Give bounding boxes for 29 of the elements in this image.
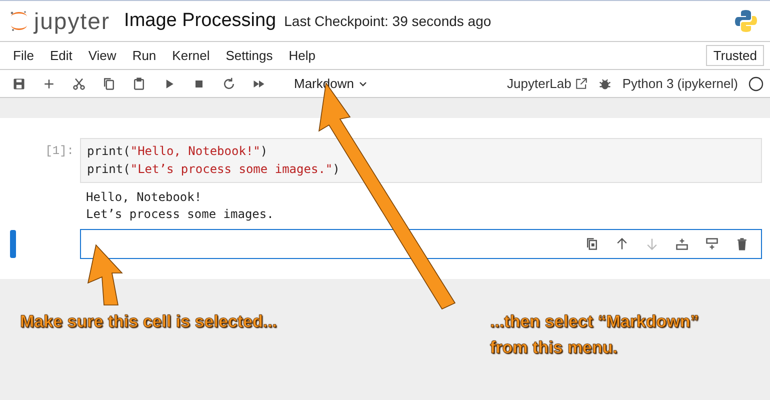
notebook-title[interactable]: Image Processing <box>124 10 276 32</box>
menu-item[interactable]: File <box>6 48 43 63</box>
logo-icon <box>10 10 28 32</box>
callout-arrow <box>87 244 123 306</box>
menu-item[interactable]: Help <box>282 48 324 63</box>
logo-text: jupyter <box>34 8 110 34</box>
callout-text: ...then select “Markdown” from this menu. <box>490 311 700 359</box>
empty-cell[interactable] <box>80 229 762 259</box>
kernel-name[interactable]: Python 3 (ipykernel) <box>622 76 738 91</box>
checkpoint-text: Last Checkpoint: 39 seconds ago <box>284 13 492 29</box>
menu-item[interactable]: Edit <box>42 48 82 63</box>
bug-icon[interactable] <box>598 76 612 90</box>
callout-text: Make sure this cell is selected... <box>20 311 278 333</box>
cell-type-dropdown[interactable]: Markdown <box>288 75 374 92</box>
menu-item[interactable]: Run <box>125 48 166 63</box>
output-line: Hello, Notebook! <box>86 189 203 206</box>
output-line: Let’s process some images. <box>86 206 275 223</box>
external-link-icon <box>575 77 588 90</box>
menu-item[interactable]: Settings <box>218 48 282 63</box>
menu-item[interactable]: View <box>81 48 126 63</box>
menu-item[interactable]: Kernel <box>165 48 219 63</box>
trusted-button[interactable]: Trusted <box>706 45 764 66</box>
code-cell[interactable]: print("Hello, Notebook!") print("Let’s process some images.") <box>80 138 762 183</box>
kernel-status-icon <box>748 76 764 92</box>
code-line: print("Hello, Notebook!") <box>87 143 269 160</box>
python-logo-icon <box>734 9 758 33</box>
code-line: print("Let’s process some images.") <box>87 161 341 178</box>
jupyterlab-link[interactable]: JupyterLab <box>507 76 588 91</box>
cell-prompt: [1]: <box>44 144 75 158</box>
